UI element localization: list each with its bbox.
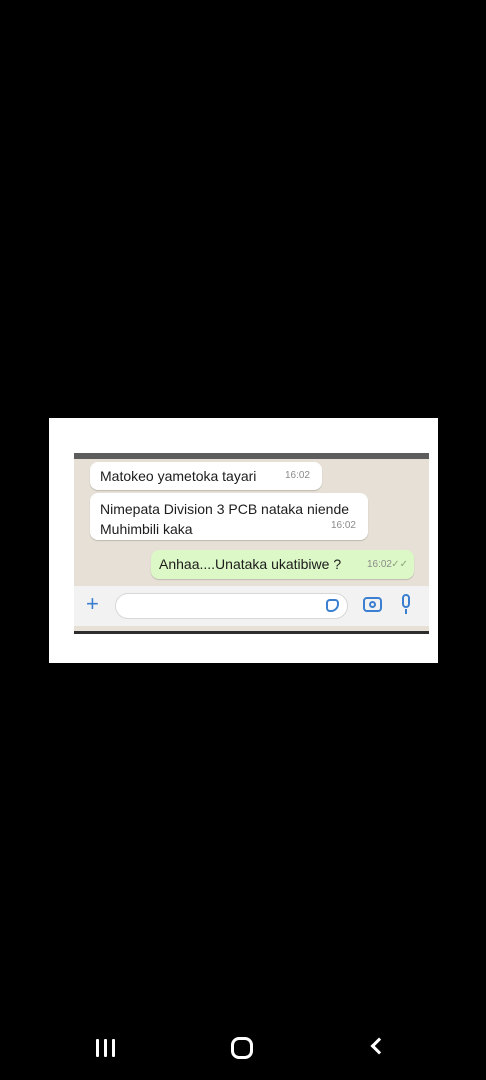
message-time: 16:02 <box>284 470 310 481</box>
message-text-line: Muhimbili kaka <box>100 521 193 537</box>
plus-icon: + <box>86 591 99 616</box>
bottom-divider <box>74 631 429 634</box>
recent-apps-icon[interactable] <box>96 1039 118 1057</box>
home-icon[interactable] <box>231 1037 253 1059</box>
message-input-bar: + <box>74 586 429 626</box>
system-navigation-bar <box>0 1020 486 1080</box>
camera-icon <box>363 597 382 612</box>
mic-stand <box>405 609 407 614</box>
message-time: 16:02 <box>366 559 392 570</box>
sticker-icon <box>326 599 339 612</box>
incoming-message-bubble: Matokeo yametoka tayari 16:02 <box>90 462 322 490</box>
outgoing-message-bubble: Anhaa....Unataka ukatibiwe ? 16:02 ✓✓ <box>151 550 414 579</box>
message-time: 16:02 <box>330 520 356 531</box>
incoming-message-bubble: Nimepata Division 3 PCB nataka niende Mu… <box>90 493 368 540</box>
top-divider <box>74 453 429 459</box>
shared-screenshot-image: Matokeo yametoka tayari 16:02 Nimepata D… <box>49 418 438 663</box>
message-text-line: Nimepata Division 3 PCB nataka niende <box>100 501 350 517</box>
message-input-field <box>115 593 348 619</box>
mic-icon <box>402 594 410 608</box>
message-text: Matokeo yametoka tayari <box>100 468 257 484</box>
back-icon[interactable] <box>370 1037 388 1055</box>
double-check-icon: ✓✓ <box>391 559 408 570</box>
chat-conversation: Matokeo yametoka tayari 16:02 Nimepata D… <box>74 453 429 634</box>
